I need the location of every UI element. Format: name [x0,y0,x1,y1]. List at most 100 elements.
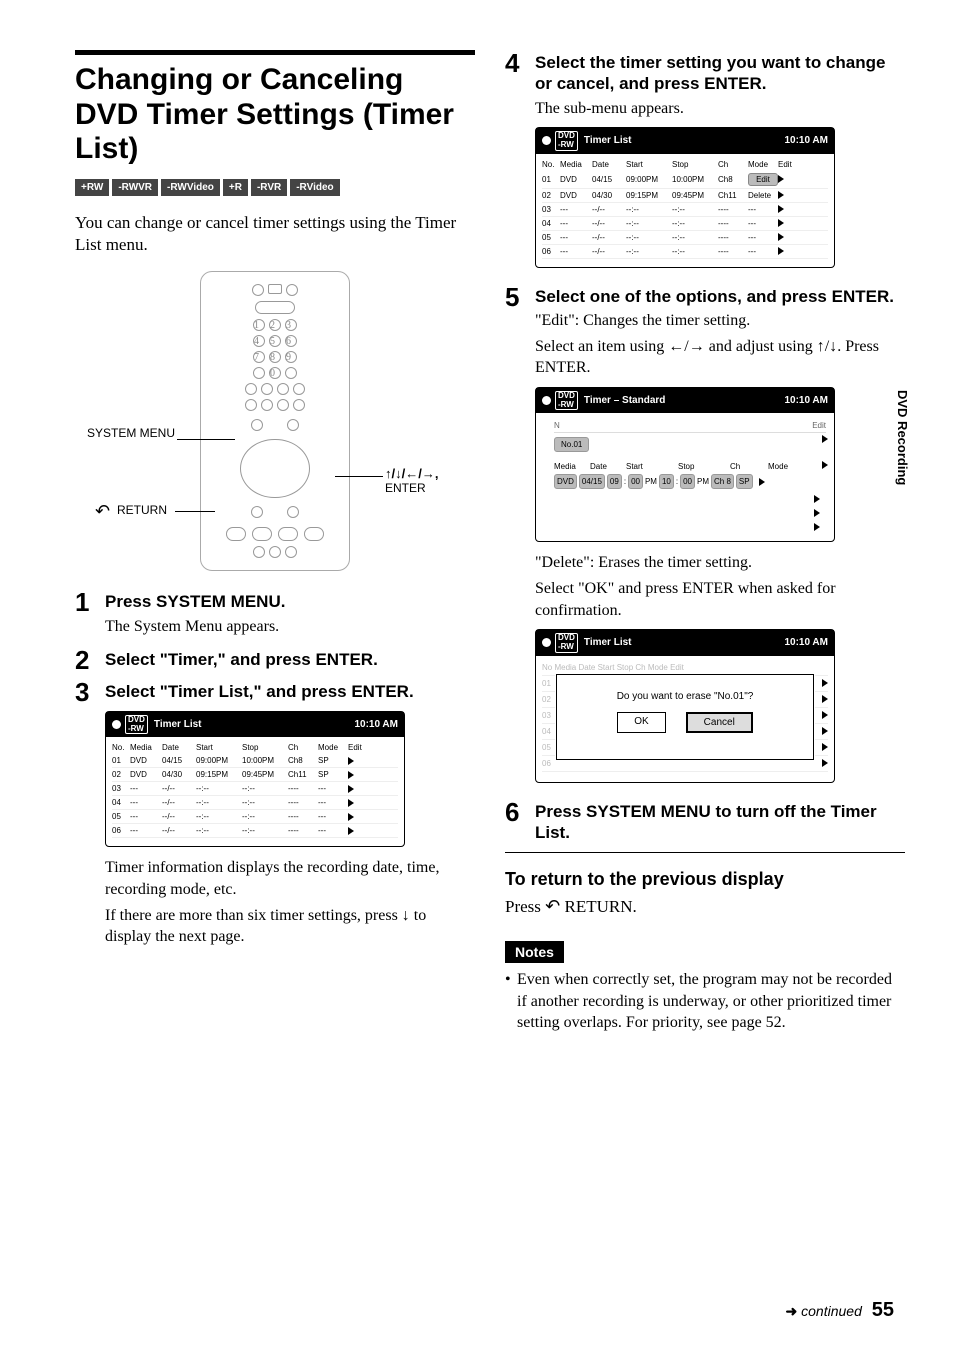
table-row[interactable]: 02DVD04/3009:15PM09:45PMCh11SP [112,768,398,782]
badge: +R [223,179,248,196]
play-icon[interactable] [778,247,784,255]
disc-icon: DVD-RW [555,391,578,411]
table-row[interactable]: 04-----/----:----:--------- [542,217,828,231]
col-header: Media [554,462,588,471]
play-icon[interactable] [822,711,828,719]
start-hh[interactable]: 09 [607,474,622,489]
badge: -RWVideo [161,179,220,196]
media-cell[interactable]: DVD [554,474,577,489]
play-icon[interactable] [348,757,354,765]
play-icon[interactable] [814,509,820,517]
play-icon[interactable] [814,495,820,503]
ok-button[interactable]: OK [617,712,665,733]
play-icon[interactable] [822,679,828,687]
col-header: Edit [778,160,792,169]
note-item: Even when correctly set, the program may… [505,969,905,1034]
ch-cell[interactable]: Ch 8 [711,474,734,489]
no-label: No.01 [554,437,589,452]
col-header: Stop [242,743,288,752]
table-row[interactable]: 03-----/----:----:--------- [112,782,398,796]
page-title: Changing or Canceling DVD Timer Settings… [75,63,475,167]
return-body: Press ↶ RETURN. [505,894,905,919]
play-icon[interactable] [348,799,354,807]
play-icon[interactable] [822,695,828,703]
screen-title: Timer List [154,719,355,730]
col-header: Ch [730,462,766,471]
start-mm[interactable]: 00 [628,474,643,489]
col-header: Stop [672,160,718,169]
mode-cell[interactable]: SP [736,474,753,489]
col-header: Mode [768,462,804,471]
stop-mm[interactable]: 00 [680,474,695,489]
play-icon[interactable] [778,191,784,199]
dialog-text: Do you want to erase "No.01"? [581,691,789,702]
arrow-right-icon: ➜ [786,1303,798,1319]
table-row[interactable]: 01DVD04/1509:00PM10:00PMCh8SP [112,754,398,768]
col-header: Mode [748,160,778,169]
play-icon[interactable] [348,771,354,779]
screen-title: Timer List [584,637,785,648]
col-header: Mode [318,743,348,752]
col-header: Date [592,160,626,169]
step-head: Select "Timer List," and press ENTER. [105,681,475,702]
col-header: Media [130,743,162,752]
play-icon[interactable] [778,175,784,183]
play-icon[interactable] [822,727,828,735]
badge: -RVideo [290,179,339,196]
play-icon[interactable] [778,219,784,227]
table-row[interactable]: 05-----/----:----:--------- [542,231,828,245]
play-icon[interactable] [822,435,828,443]
badge: +RW [75,179,109,196]
table-row[interactable]: 06-----/----:----:--------- [112,824,398,838]
table-row[interactable]: 02DVD04/3009:15PM09:45PMCh11Delete [542,189,828,203]
date-cell[interactable]: 04/15 [579,474,605,489]
badge: -RVR [251,179,287,196]
table-row[interactable]: 04-----/----:----:--------- [112,796,398,810]
disc-icon: DVD-RW [555,633,578,653]
play-icon[interactable] [778,205,784,213]
col-header: Start [196,743,242,752]
col-header: Date [590,462,624,471]
screen-clock: 10:10 AM [784,395,828,406]
stop-hh[interactable]: 10 [659,474,674,489]
play-icon[interactable] [348,785,354,793]
step-note: If there are more than six timer setting… [105,905,475,948]
play-icon[interactable] [778,233,784,241]
page-number: 55 [872,1299,894,1321]
screen-timer-list-a: DVD-RW Timer List 10:10 AM No. Media Dat… [105,711,405,848]
play-icon[interactable] [822,743,828,751]
format-badges: +RW -RWVR -RWVideo +R -RVR -RVideo [75,179,475,196]
remote-label-arrows: ↑/↓/←/→, [385,466,438,481]
table-row[interactable]: 03-----/----:----:--------- [542,203,828,217]
play-icon[interactable] [759,478,765,486]
col-header: Edit [348,743,362,752]
step-head: Select the timer setting you want to cha… [535,52,905,95]
delete-label[interactable]: Delete [748,191,778,200]
play-icon[interactable] [822,461,828,469]
step-number: 1 [75,589,105,641]
play-icon[interactable] [348,827,354,835]
table-row[interactable]: 01DVD04/1509:00PM10:00PMCh8Edit [542,171,828,189]
step-head: Press SYSTEM MENU. [105,591,475,612]
step-text: Select "OK" and press ENTER when asked f… [535,578,905,621]
table-row[interactable]: 05-----/----:----:--------- [112,810,398,824]
edit-button[interactable]: Edit [748,173,778,186]
disc-icon: DVD-RW [125,715,148,735]
play-icon[interactable] [822,759,828,767]
return-heading: To return to the previous display [505,869,905,890]
cancel-button[interactable]: Cancel [686,712,753,733]
screen-title: Timer List [584,135,785,146]
remote-label-enter: ENTER [385,481,426,495]
remote-diagram: 123 456 789 0 SYSTEM MENU ↶ RETURN ↑/↓/←… [75,271,475,571]
step-number: 4 [505,50,535,278]
play-icon[interactable] [814,523,820,531]
play-icon[interactable] [348,813,354,821]
continued-label: continued [801,1303,862,1319]
screen-delete-dialog: DVD-RW Timer List 10:10 AM No Media Date… [535,629,835,783]
step-text: Select an item using ←/→ and adjust usin… [535,336,905,379]
screen-title: Timer – Standard [584,395,785,406]
col-header: Ch [288,743,318,752]
return-icon: ↶ [545,896,560,916]
remote-label-system-menu: SYSTEM MENU [85,426,175,440]
table-row[interactable]: 06-----/----:----:--------- [542,245,828,259]
